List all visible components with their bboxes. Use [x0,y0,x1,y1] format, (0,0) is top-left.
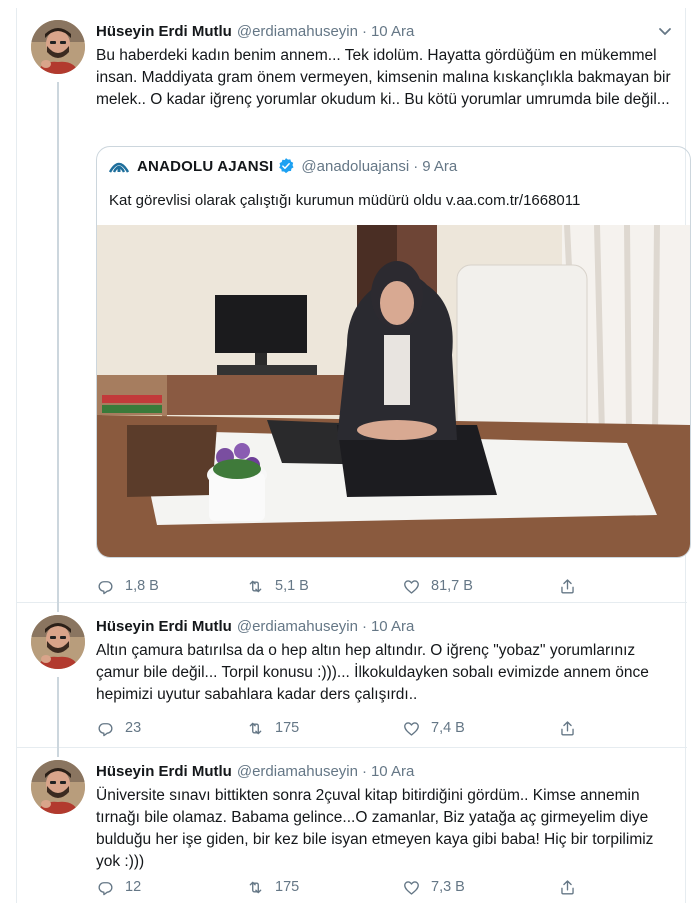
avatar[interactable] [31,20,85,74]
reply-button[interactable]: 23 [96,719,141,738]
reply-icon [96,878,115,897]
tweet-header: Hüseyin Erdi Mutlu @erdiamahuseyin · 10 … [96,617,673,637]
quoted-author-handle[interactable]: @anadoluajansi [301,158,409,175]
share-icon [558,878,577,897]
tweet-content: Hüseyin Erdi Mutlu @erdiamahuseyin · 10 … [96,22,673,111]
tweet-content: Hüseyin Erdi Mutlu @erdiamahuseyin · 10 … [96,762,673,873]
retweet-icon [246,878,265,897]
tweet[interactable]: Hüseyin Erdi Mutlu @erdiamahuseyin · 10 … [17,603,687,757]
timestamp[interactable]: 10 Ara [371,762,414,782]
tweet-actions: 12 175 7,3 B [96,876,673,898]
author-handle[interactable]: @erdiamahuseyin [237,617,358,637]
like-button[interactable]: 7,3 B [402,878,465,897]
separator: · [361,23,367,40]
tweet-header: Hüseyin Erdi Mutlu @erdiamahuseyin · 10 … [96,762,673,782]
retweet-button[interactable]: 175 [246,878,299,897]
tweet-text: Altın çamura batırılsa da o hep altın he… [96,642,649,703]
timestamp[interactable]: 10 Ara [371,22,414,42]
reply-icon [96,577,115,596]
quoted-author-name[interactable]: ANADOLU AJANSI [137,158,273,175]
author-name[interactable]: Hüseyin Erdi Mutlu [96,617,232,637]
like-icon [402,719,421,738]
reply-count: 23 [125,720,142,736]
reply-button[interactable]: 12 [96,878,141,897]
separator: · [413,157,419,175]
share-icon [558,719,577,738]
tweet-text: Üniversite sınavı bittikten sonra 2çuval… [96,787,654,870]
tweet-thread: Hüseyin Erdi Mutlu @erdiamahuseyin · 10 … [16,8,691,903]
like-button[interactable]: 81,7 B [402,577,473,596]
share-button[interactable] [558,577,587,596]
reply-count: 12 [125,879,142,895]
like-count: 81,7 B [431,578,473,594]
retweet-count: 175 [275,879,300,895]
quoted-tweet-header: ANADOLU AJANSI @anadoluajansi · 9 Ara [109,157,457,175]
retweet-count: 175 [275,720,300,736]
tweet[interactable]: Hüseyin Erdi Mutlu @erdiamahuseyin · 10 … [17,8,691,612]
timestamp[interactable]: 10 Ara [371,617,414,637]
reply-count: 1,8 B [125,578,159,594]
thread-connector [57,82,59,612]
like-count: 7,3 B [431,879,465,895]
tweet-text: Bu haberdeki kadın benim annem... Tek id… [96,47,671,108]
tweet-actions: 1,8 B 5,1 B 81,7 B [96,575,673,597]
author-handle[interactable]: @erdiamahuseyin [237,762,358,782]
like-button[interactable]: 7,4 B [402,719,465,738]
author-name[interactable]: Hüseyin Erdi Mutlu [96,762,232,782]
author-handle[interactable]: @erdiamahuseyin [237,22,358,42]
tweet-content: Hüseyin Erdi Mutlu @erdiamahuseyin · 10 … [96,617,673,706]
like-icon [402,577,421,596]
retweet-icon [246,577,265,596]
tweet-header: Hüseyin Erdi Mutlu @erdiamahuseyin · 10 … [96,22,673,42]
verified-icon [279,158,294,174]
quoted-tweet-text: Kat görevlisi olarak çalıştığı kurumun m… [109,192,581,209]
tweet[interactable]: Hüseyin Erdi Mutlu @erdiamahuseyin · 10 … [17,748,687,903]
news-photo[interactable] [97,225,691,558]
tweet-actions: 23 175 7,4 B [96,717,673,739]
chevron-down-icon[interactable] [657,22,673,40]
like-count: 7,4 B [431,720,465,736]
retweet-button[interactable]: 175 [246,719,299,738]
separator: · [361,763,367,780]
separator: · [361,618,367,635]
quoted-tweet[interactable]: ANADOLU AJANSI @anadoluajansi · 9 Ara Ka… [96,146,691,558]
share-button[interactable] [558,719,587,738]
avatar[interactable] [31,615,85,669]
quoted-timestamp[interactable]: 9 Ara [422,158,457,175]
retweet-count: 5,1 B [275,578,309,594]
share-icon [558,577,577,596]
reply-icon [96,719,115,738]
thread-connector [57,677,59,757]
reply-button[interactable]: 1,8 B [96,577,159,596]
retweet-icon [246,719,265,738]
anadolu-logo-icon [109,162,129,173]
avatar[interactable] [31,760,85,814]
author-name[interactable]: Hüseyin Erdi Mutlu [96,22,232,42]
share-button[interactable] [558,878,587,897]
like-icon [402,878,421,897]
retweet-button[interactable]: 5,1 B [246,577,309,596]
